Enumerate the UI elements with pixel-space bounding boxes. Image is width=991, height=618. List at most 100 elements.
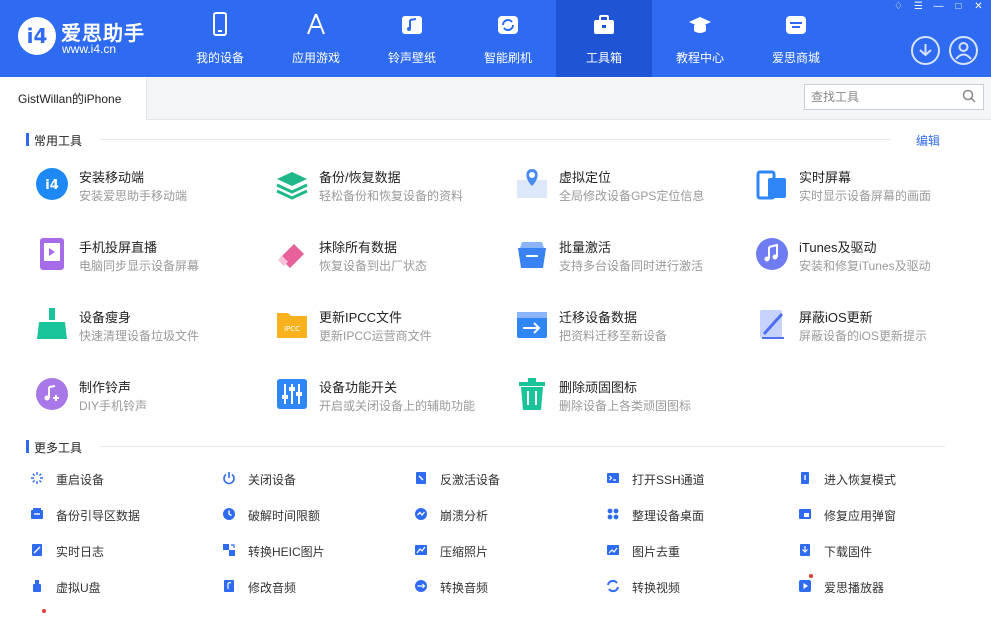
more-tool-name: 反激活设备 (440, 473, 501, 487)
tool-description: 更新IPCC运营商文件 (319, 329, 432, 343)
new-badge (809, 574, 813, 578)
tool-name: 迁移设备数据 (559, 310, 638, 325)
tool-description: 开启或关闭设备上的辅助功能 (319, 399, 476, 413)
more-tool-item[interactable]: 爱思播放器 (798, 578, 968, 596)
more-tool-name: 转换视频 (632, 581, 681, 595)
more-tool-item[interactable]: 图片去重 (606, 542, 776, 560)
tool-card[interactable]: i4 安装移动端 安装爱思助手移动端 (34, 166, 264, 210)
more-tool-item[interactable]: 虚拟U盘 (30, 578, 200, 596)
more-tool-item[interactable]: 整理设备桌面 (606, 506, 776, 524)
more-tool-name: 实时日志 (56, 545, 105, 559)
ipcc-folder-icon: IPCC (277, 313, 307, 338)
more-tool-item[interactable]: 修改音频 (222, 578, 392, 596)
more-tool-name: 关闭设备 (248, 473, 297, 487)
layers-icon (276, 172, 308, 200)
more-tool-item[interactable]: 破解时间限额 (222, 506, 392, 524)
tool-card[interactable]: 抹除所有数据 恢复设备到出厂状态 (274, 236, 504, 280)
more-tool-item[interactable]: 下载固件 (798, 542, 968, 560)
maximize-icon[interactable]: □ (950, 0, 967, 14)
tool-description: 轻松备份和恢复设备的资料 (319, 189, 464, 203)
search-icon[interactable] (962, 89, 976, 103)
itunes-icon (756, 238, 788, 270)
edit-button[interactable]: 编辑 (916, 132, 940, 149)
tool-card[interactable]: 实时屏幕 实时显示设备屏幕的画面 (754, 166, 984, 210)
tool-description: 电脑同步显示设备屏幕 (79, 259, 200, 273)
more-tool-item[interactable]: 转换视频 (606, 578, 776, 596)
tool-card[interactable]: 设备瘦身快速清理设备垃圾文件 (34, 306, 264, 350)
nav-toolbox[interactable]: 工具箱 (556, 0, 652, 77)
screen-mirror-icon (756, 170, 786, 200)
more-tool-item[interactable]: 打开SSH通道 (606, 470, 776, 488)
tool-name: 安装移动端 (79, 170, 145, 185)
search-input[interactable]: 查找工具 (804, 84, 984, 110)
player-icon (799, 580, 811, 592)
tool-description: 全局修改设备GPS定位信息 (559, 189, 705, 203)
more-tool-item[interactable]: 实时日志 (30, 542, 200, 560)
music-icon (402, 16, 422, 34)
more-tool-item[interactable]: 反激活设备 (414, 470, 584, 488)
more-tool-item[interactable]: 关闭设备 (222, 470, 392, 488)
nav-store[interactable]: 爱思商城 (748, 0, 844, 77)
tool-name: 设备瘦身 (79, 310, 132, 325)
more-tool-item[interactable]: 压缩照片 (414, 542, 584, 560)
more-tool-name: 崩溃分析 (440, 509, 489, 523)
nav-label: 应用游戏 (291, 51, 340, 65)
app-logo[interactable]: i4 爱思助手 www.i4.cn (18, 15, 153, 59)
tool-name: iTunes及驱动 (799, 240, 877, 255)
nav-ringtones-wallpapers[interactable]: 铃声壁纸 (364, 0, 460, 77)
tool-card[interactable]: 手机投屏直播 电脑同步显示设备屏幕 (34, 236, 264, 280)
tool-card[interactable]: 删除顽固图标 删除设备上各类顽固图标 (514, 376, 744, 420)
tool-name: 批量激活 (559, 240, 612, 255)
nav-label: 智能刷机 (483, 51, 532, 65)
tool-name: 删除顽固图标 (559, 380, 638, 395)
more-tool-item[interactable]: 备份引导区数据 (30, 506, 200, 524)
more-tool-item[interactable]: 进入恢复模式 (798, 470, 968, 488)
tool-card[interactable]: 屏蔽iOS更新 屏蔽设备的iOS更新提示 (754, 306, 984, 350)
tool-card[interactable]: 备份/恢复数据 轻松备份和恢复设备的资料 (274, 166, 504, 210)
menu-icon[interactable]: ☰ (910, 0, 927, 14)
convert-heic-icon (223, 544, 235, 556)
appstore-icon (307, 13, 325, 35)
more-tool-name: 爱思播放器 (824, 581, 885, 595)
tool-name: 设备功能开关 (319, 380, 398, 395)
tool-card[interactable]: 批量激活支持多台设备同时进行激活 (514, 236, 744, 280)
more-tool-item[interactable]: 转换音频 (414, 578, 584, 596)
section-divider (100, 139, 890, 140)
clock-icon (223, 508, 235, 520)
more-tool-item[interactable]: 修复应用弹窗 (798, 506, 968, 524)
more-tool-item[interactable]: 崩溃分析 (414, 506, 584, 524)
tool-name: 更新IPCC文件 (319, 310, 403, 325)
nav-apps-games[interactable]: 应用游戏 (268, 0, 364, 77)
tool-description: 安装爱思助手移动端 (79, 189, 188, 203)
tool-card[interactable]: 设备功能开关开启或关闭设备上的辅助功能 (274, 376, 504, 420)
more-tool-item[interactable]: 重启设备 (30, 470, 200, 488)
more-tool-name: 整理设备桌面 (632, 509, 705, 523)
more-tool-name: 下载固件 (824, 545, 873, 559)
tool-card[interactable]: iTunes及驱动安装和修复iTunes及驱动 (754, 236, 984, 280)
tool-card[interactable]: IPCC 更新IPCC文件更新IPCC运营商文件 (274, 306, 504, 350)
tool-description: 支持多台设备同时进行激活 (559, 259, 704, 273)
recovery-icon (801, 472, 809, 484)
nav-tutorials[interactable]: 教程中心 (652, 0, 748, 77)
top-bar: i4 爱思助手 www.i4.cn 我的设备 应用游戏 铃声壁纸 智能刷机 工具… (0, 0, 991, 77)
tool-description: 快速清理设备垃圾文件 (79, 329, 200, 343)
tool-card[interactable]: 迁移设备数据 把资料迁移至新设备 (514, 306, 744, 350)
tool-card[interactable]: 虚拟定位 全局修改设备GPS定位信息 (514, 166, 744, 210)
tool-description: 安装和修复iTunes及驱动 (799, 259, 931, 273)
close-icon[interactable]: ✕ (970, 0, 987, 14)
tool-card[interactable]: 制作铃声 DIY手机铃声 (34, 376, 264, 420)
user-account-button[interactable] (949, 36, 978, 65)
minimize-icon[interactable]: — (930, 0, 947, 14)
nav-label: 工具箱 (585, 51, 622, 65)
more-tool-name: 重启设备 (56, 473, 105, 487)
migrate-icon (517, 312, 547, 338)
log-icon (32, 544, 42, 556)
more-tool-item[interactable]: 转换HEIC图片 (222, 542, 392, 560)
nav-my-device[interactable]: 我的设备 (172, 0, 268, 77)
terminal-icon (607, 473, 619, 483)
skin-icon[interactable]: ♢ (890, 0, 907, 14)
nav-smart-flash[interactable]: 智能刷机 (460, 0, 556, 77)
download-button[interactable] (911, 36, 940, 65)
device-tab[interactable]: GistWillan的iPhone (0, 77, 147, 120)
tool-description: 恢复设备到出厂状态 (319, 259, 428, 273)
